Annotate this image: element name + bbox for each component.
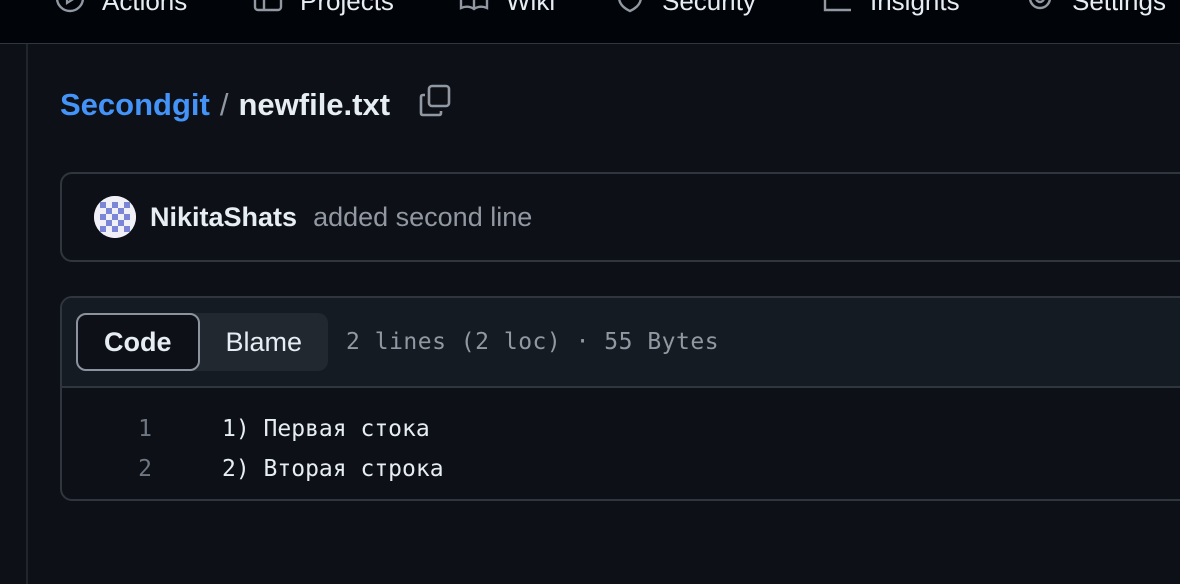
repo-nav: Actions Projects Wiki Security Insights … — [0, 0, 1180, 44]
code-line: 2 2) Вторая строка — [62, 449, 1180, 489]
play-circle-icon — [54, 0, 86, 21]
breadcrumb-repo-link[interactable]: Secondgit — [60, 87, 210, 123]
gear-icon — [1024, 0, 1056, 21]
file-header: Code Blame 2 lines (2 loc) · 55 Bytes — [62, 298, 1180, 388]
copy-icon — [418, 84, 452, 126]
view-toggle: Code Blame — [76, 313, 329, 371]
nav-tab-wiki[interactable]: Wiki — [458, 0, 555, 16]
commit-message[interactable]: added second line — [313, 202, 532, 233]
latest-commit-box: NikitaShats added second line — [60, 172, 1180, 262]
shield-icon — [614, 0, 646, 21]
file-stats: 2 lines (2 loc) · 55 Bytes — [346, 329, 720, 355]
breadcrumb: Secondgit / newfile.txt — [60, 84, 452, 126]
line-content: 1) Первая стока — [222, 416, 430, 442]
nav-tab-insights[interactable]: Insights — [822, 0, 960, 16]
file-viewer: Code Blame 2 lines (2 loc) · 55 Bytes 1 … — [60, 296, 1180, 501]
nav-tab-label: Security — [662, 0, 756, 16]
nav-tab-label: Settings — [1072, 0, 1166, 16]
blame-tab[interactable]: Blame — [200, 313, 329, 371]
commit-author[interactable]: NikitaShats — [150, 202, 297, 233]
breadcrumb-separator: / — [219, 87, 229, 122]
avatar[interactable] — [94, 196, 136, 238]
nav-tab-settings[interactable]: Settings — [1024, 0, 1166, 16]
code-tab[interactable]: Code — [76, 313, 200, 371]
code-line: 1 1) Первая стока — [62, 409, 1180, 449]
table-icon — [252, 0, 284, 21]
nav-tab-label: Actions — [102, 0, 188, 16]
breadcrumb-file-name: newfile.txt — [238, 87, 391, 122]
nav-tab-security[interactable]: Security — [614, 0, 756, 16]
line-content: 2) Вторая строка — [222, 456, 444, 482]
copy-path-button[interactable] — [418, 84, 452, 122]
nav-tab-label: Wiki — [506, 0, 556, 16]
nav-tab-label: Projects — [300, 0, 394, 16]
line-number[interactable]: 1 — [62, 416, 152, 442]
code-area[interactable]: 1 1) Первая стока 2 2) Вторая строка — [62, 388, 1180, 489]
nav-tab-label: Insights — [870, 0, 960, 16]
nav-tab-actions[interactable]: Actions — [54, 0, 187, 16]
graph-icon — [822, 0, 854, 21]
book-icon — [458, 0, 490, 21]
nav-tab-projects[interactable]: Projects — [252, 0, 394, 16]
line-number[interactable]: 2 — [62, 456, 152, 482]
sidebar-divider — [0, 44, 28, 584]
